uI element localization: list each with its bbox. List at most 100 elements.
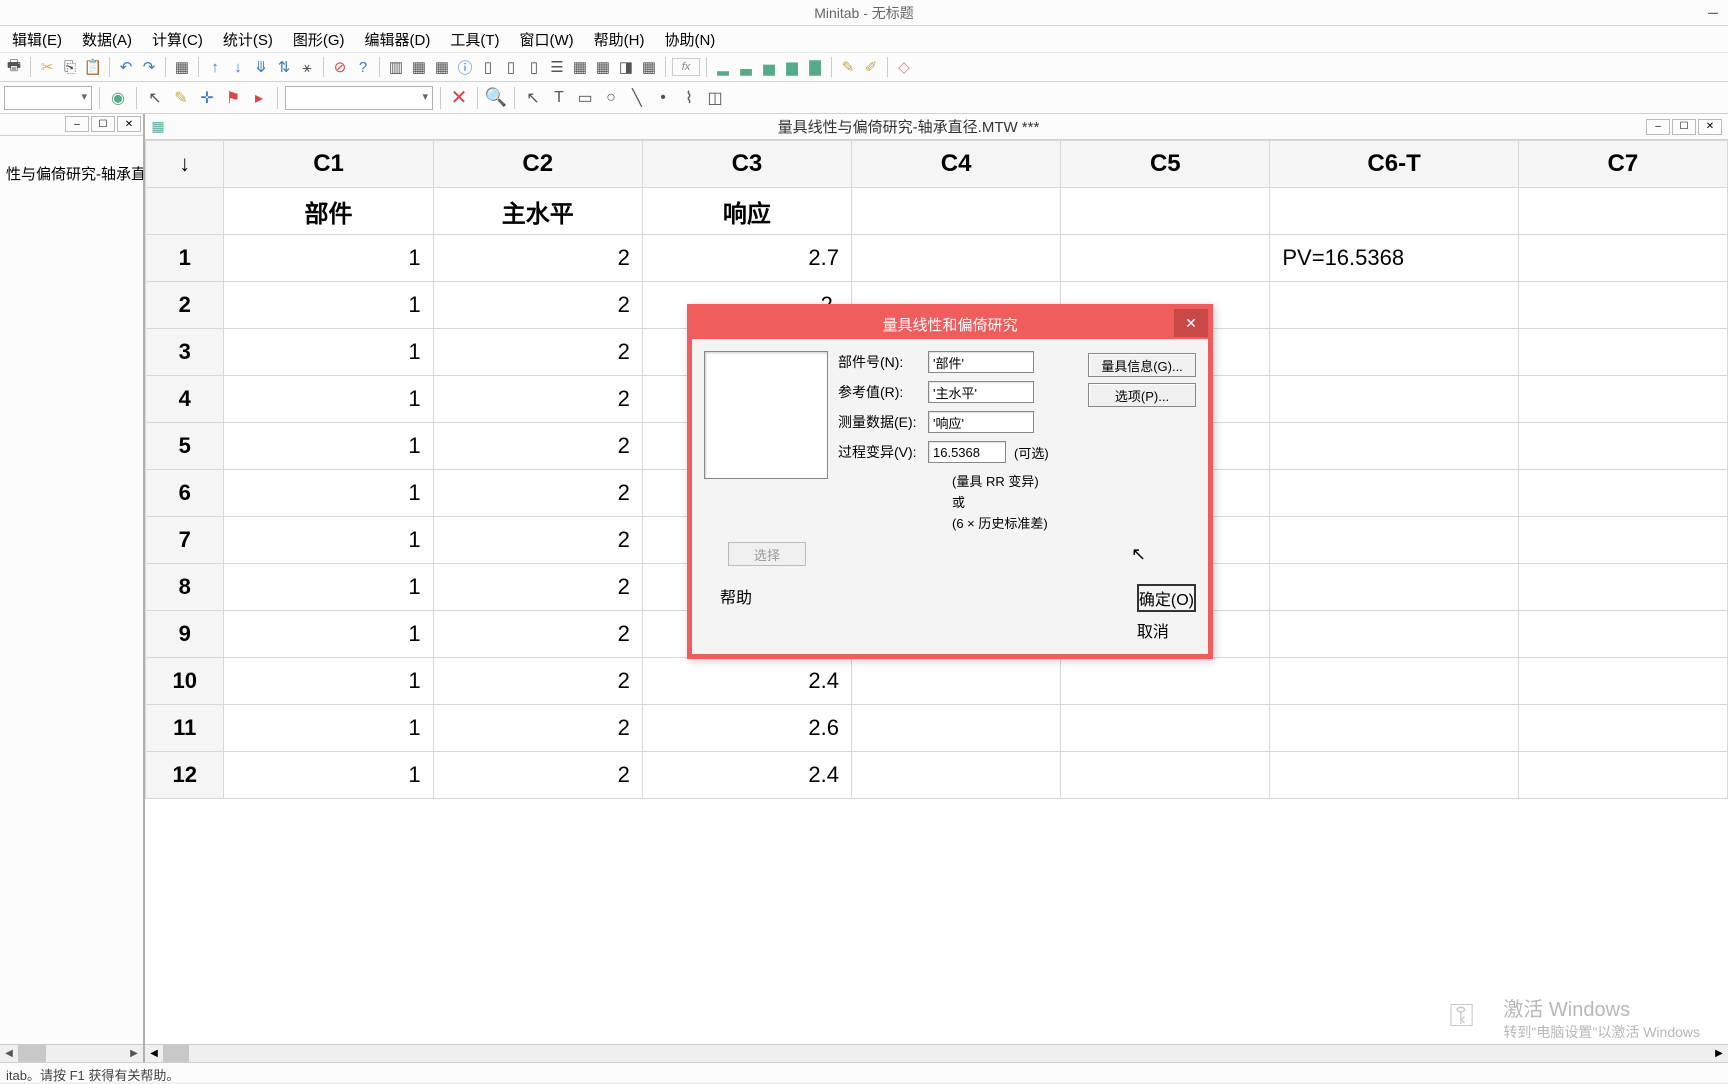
cell[interactable]: 1 xyxy=(224,752,433,799)
cell[interactable]: 1 xyxy=(224,564,433,611)
pencil-icon[interactable]: ✎ xyxy=(170,87,192,109)
brush-icon[interactable]: ✐ xyxy=(861,57,881,77)
cell[interactable] xyxy=(1518,376,1727,423)
row-header[interactable]: 1 xyxy=(146,235,224,282)
cell[interactable]: 2.6 xyxy=(642,705,851,752)
worksheet-icon[interactable]: ▦ xyxy=(639,57,659,77)
select-button[interactable]: 选择 xyxy=(728,542,806,566)
cell[interactable] xyxy=(1270,564,1518,611)
info-icon[interactable]: ⓘ xyxy=(455,57,475,77)
ref-input[interactable] xyxy=(928,381,1034,403)
row-header[interactable]: 9 xyxy=(146,611,224,658)
cell[interactable] xyxy=(1518,658,1727,705)
cell[interactable]: 2 xyxy=(433,611,642,658)
cell[interactable]: 1 xyxy=(224,376,433,423)
combo-1[interactable] xyxy=(4,86,92,110)
sort-icon[interactable]: ⇅ xyxy=(274,57,294,77)
cell[interactable]: PV=16.5368 xyxy=(1270,235,1518,282)
marker-icon[interactable]: ◫ xyxy=(704,87,726,109)
paste-icon[interactable]: 📋 xyxy=(83,57,103,77)
variable-listbox[interactable] xyxy=(704,351,828,479)
row-header[interactable]: 6 xyxy=(146,470,224,517)
flag-icon[interactable]: ⚑ xyxy=(222,87,244,109)
chart1-icon[interactable]: ▂ xyxy=(713,57,733,77)
undo-icon[interactable]: ↶ xyxy=(116,57,136,77)
cell[interactable] xyxy=(1518,235,1727,282)
cell[interactable] xyxy=(1270,470,1518,517)
menu-window[interactable]: 窗口(W) xyxy=(509,26,583,53)
pointer-icon[interactable]: ↖ xyxy=(144,87,166,109)
cell[interactable]: 2 xyxy=(433,329,642,376)
filter-icon[interactable]: ⚹ xyxy=(297,57,317,77)
cell[interactable]: 1 xyxy=(224,705,433,752)
col-name[interactable]: 响应 xyxy=(642,188,851,235)
cell[interactable]: 2 xyxy=(433,564,642,611)
cell[interactable] xyxy=(852,235,1061,282)
row-header[interactable]: 5 xyxy=(146,423,224,470)
cell[interactable]: 1 xyxy=(224,611,433,658)
doc-icon[interactable]: ▯ xyxy=(478,57,498,77)
col-header[interactable]: C2 xyxy=(433,141,642,188)
cell[interactable] xyxy=(1270,658,1518,705)
chart2-icon[interactable]: ▃ xyxy=(736,57,756,77)
cols-icon[interactable]: ▦ xyxy=(570,57,590,77)
arrow-down-icon[interactable]: ↓ xyxy=(228,57,248,77)
cell[interactable] xyxy=(1061,705,1270,752)
cell[interactable] xyxy=(1061,752,1270,799)
col-header[interactable]: C5 xyxy=(1061,141,1270,188)
cell[interactable]: 2.4 xyxy=(642,752,851,799)
cell[interactable]: 2 xyxy=(433,705,642,752)
menu-data[interactable]: 数据(A) xyxy=(72,26,142,53)
cell[interactable] xyxy=(1270,517,1518,564)
arrow-up-icon[interactable]: ↑ xyxy=(205,57,225,77)
cell[interactable]: 1 xyxy=(224,423,433,470)
find-icon[interactable]: ⤋ xyxy=(251,57,271,77)
fx-button[interactable]: fx xyxy=(672,58,700,76)
rect-icon[interactable]: ▭ xyxy=(574,87,596,109)
ws-min-icon[interactable]: – xyxy=(1646,119,1670,135)
cell[interactable]: 2 xyxy=(433,470,642,517)
row-header[interactable]: 11 xyxy=(146,705,224,752)
col-name[interactable]: 部件 xyxy=(224,188,433,235)
chart4-icon[interactable]: ▆ xyxy=(782,57,802,77)
text-icon[interactable]: T xyxy=(548,87,570,109)
cell[interactable]: 2 xyxy=(433,658,642,705)
cut-icon[interactable]: ✂ xyxy=(37,57,57,77)
grid-hscroll[interactable]: ◀▶ xyxy=(145,1044,1728,1062)
menu-calc[interactable]: 计算(C) xyxy=(142,26,213,53)
cell[interactable] xyxy=(1518,423,1727,470)
cell[interactable]: 1 xyxy=(224,235,433,282)
help-button[interactable]: 帮助 xyxy=(720,584,752,642)
ok-button[interactable]: 确定(O) xyxy=(1137,584,1196,612)
row-header[interactable]: 10 xyxy=(146,658,224,705)
cell[interactable]: 2.7 xyxy=(642,235,851,282)
sheet2-icon[interactable]: ▦ xyxy=(409,57,429,77)
crosshair-icon[interactable]: ✛ xyxy=(196,87,218,109)
cell[interactable] xyxy=(1518,282,1727,329)
redo-icon[interactable]: ↷ xyxy=(139,57,159,77)
polyline-icon[interactable]: ⌇ xyxy=(678,87,700,109)
cell[interactable] xyxy=(1518,564,1727,611)
wand-icon[interactable]: ✎ xyxy=(838,57,858,77)
cell[interactable] xyxy=(1270,705,1518,752)
menu-assist[interactable]: 协助(N) xyxy=(654,26,725,53)
col-header[interactable]: C1 xyxy=(224,141,433,188)
row-header[interactable]: 12 xyxy=(146,752,224,799)
row-header[interactable]: 2 xyxy=(146,282,224,329)
panel-close-icon[interactable]: ✕ xyxy=(117,116,141,132)
cell[interactable]: 1 xyxy=(224,329,433,376)
line-icon[interactable]: ╲ xyxy=(626,87,648,109)
sheet3-icon[interactable]: ▦ xyxy=(432,57,452,77)
circle-icon[interactable]: ○ xyxy=(600,87,622,109)
chart5-icon[interactable]: ▇ xyxy=(805,57,825,77)
cell[interactable]: 2 xyxy=(433,423,642,470)
page-icon[interactable]: ▯ xyxy=(501,57,521,77)
cell[interactable] xyxy=(852,705,1061,752)
play-icon[interactable]: ▸ xyxy=(248,87,270,109)
dot-icon[interactable]: • xyxy=(652,87,674,109)
cell[interactable] xyxy=(1270,282,1518,329)
meas-input[interactable] xyxy=(928,411,1034,433)
cell[interactable]: 2.4 xyxy=(642,658,851,705)
options-button[interactable]: 选项(P)... xyxy=(1088,383,1196,407)
menu-editor[interactable]: 编辑器(D) xyxy=(355,26,441,53)
